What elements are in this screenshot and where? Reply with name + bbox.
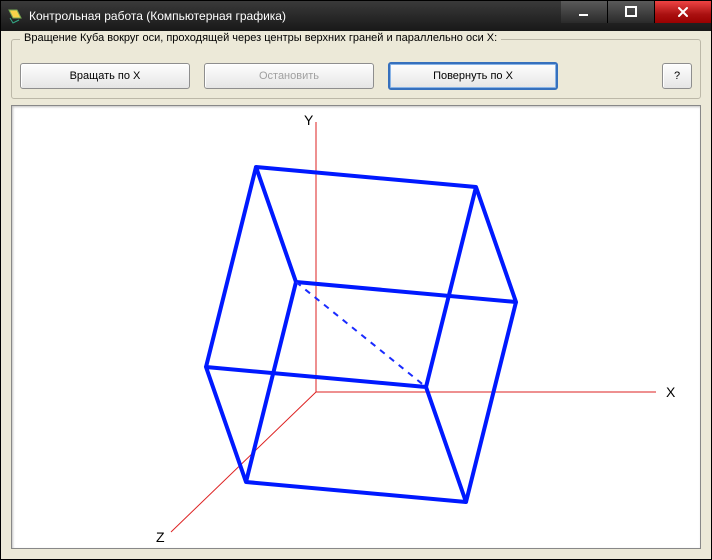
help-button[interactable]: ? xyxy=(662,63,692,89)
maximize-button[interactable] xyxy=(608,1,655,23)
close-button[interactable] xyxy=(655,1,711,23)
minimize-button[interactable] xyxy=(561,1,608,23)
window-controls xyxy=(561,1,711,31)
axis-label-y: Y xyxy=(304,112,314,128)
window-title: Контрольная работа (Компьютерная графика… xyxy=(29,9,561,23)
axes: X Y Z xyxy=(156,112,676,545)
app-icon xyxy=(7,8,23,24)
rotate-x-button[interactable]: Вращать по X xyxy=(20,63,190,89)
turn-x-button[interactable]: Повернуть по X xyxy=(388,62,558,90)
client-area: Вращение Куба вокруг оси, проходящей чер… xyxy=(1,31,711,559)
axis-label-z: Z xyxy=(156,529,165,545)
rotation-controls-group: Вращение Куба вокруг оси, проходящей чер… xyxy=(11,39,701,99)
cube-wireframe xyxy=(206,167,516,502)
stop-button[interactable]: Остановить xyxy=(204,63,374,89)
render-viewport: X Y Z xyxy=(11,105,701,549)
group-legend: Вращение Куба вокруг оси, проходящей чер… xyxy=(20,32,501,44)
app-window: Контрольная работа (Компьютерная графика… xyxy=(0,0,712,560)
scene-svg: X Y Z xyxy=(16,107,696,547)
titlebar: Контрольная работа (Компьютерная графика… xyxy=(1,1,711,31)
axis-label-x: X xyxy=(666,384,676,400)
